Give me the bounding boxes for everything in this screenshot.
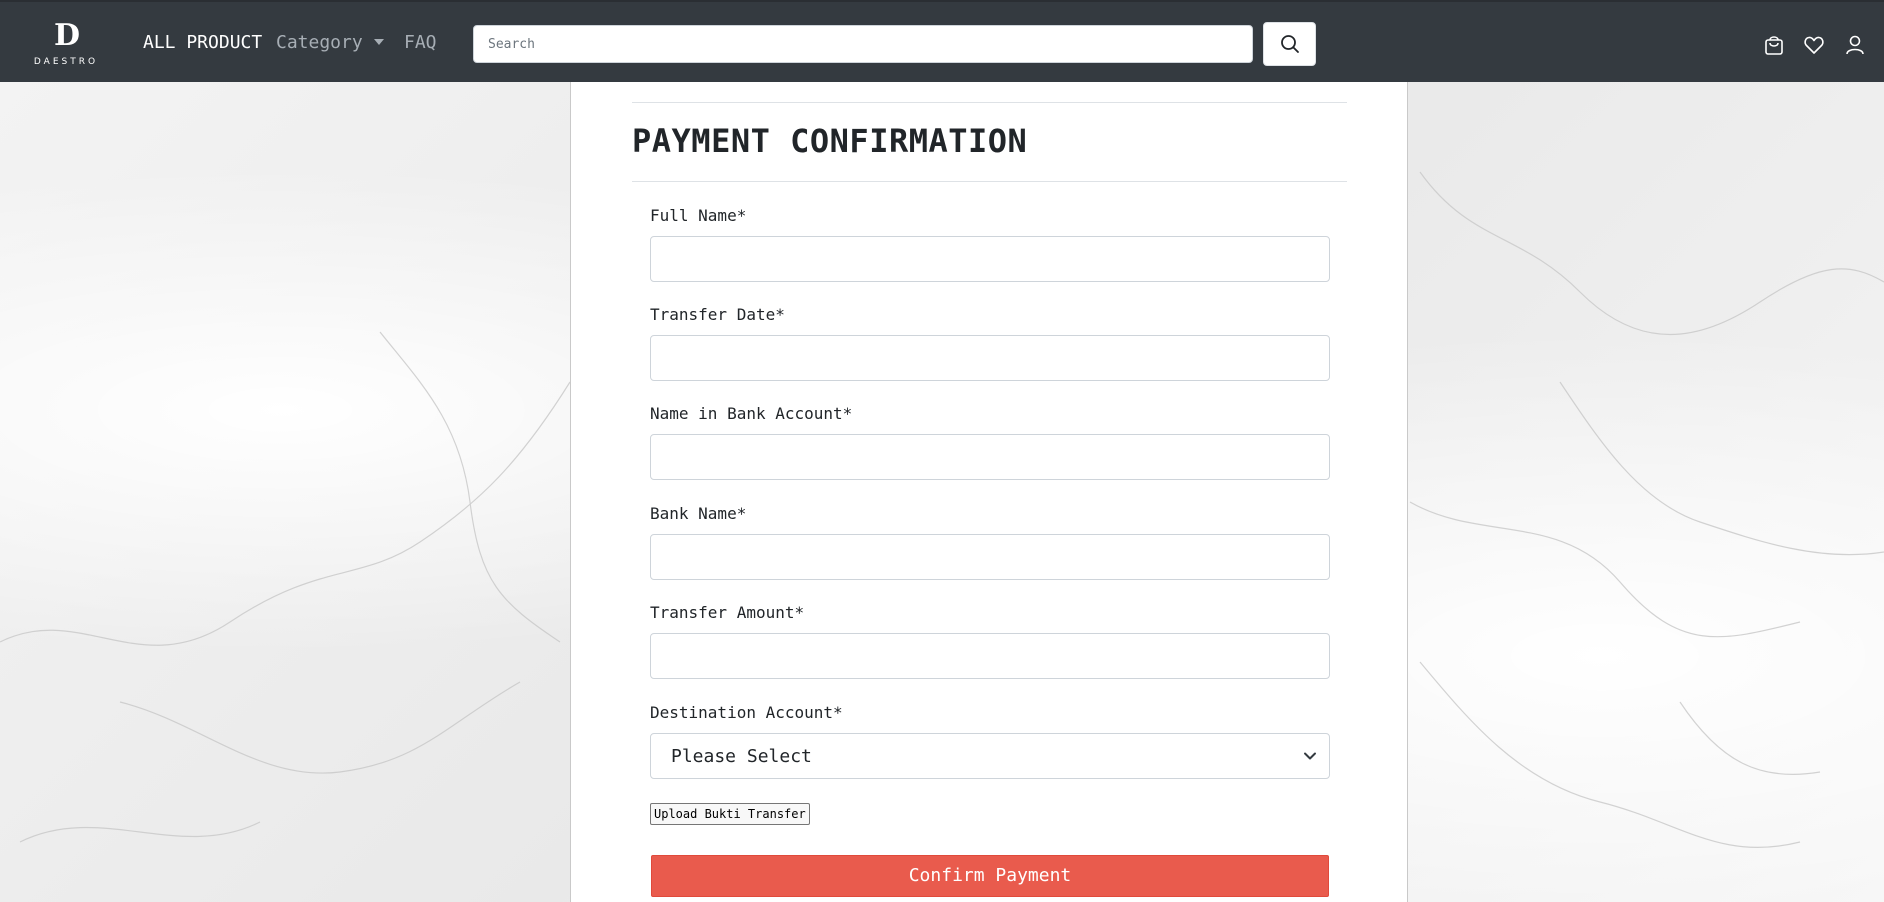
full-name-input[interactable]	[650, 236, 1330, 282]
account-button[interactable]	[1844, 34, 1866, 56]
cart-button[interactable]	[1763, 34, 1785, 56]
search-icon	[1280, 35, 1299, 53]
brand-name: DAESTRO	[33, 57, 99, 67]
bank-account-name-input[interactable]	[650, 434, 1330, 480]
brand-mark: D	[54, 18, 81, 53]
wishlist-button[interactable]	[1803, 34, 1825, 56]
destination-account-select[interactable]: Please Select	[650, 733, 1330, 779]
divider	[632, 181, 1347, 182]
full-name-label: Full Name*	[650, 206, 747, 225]
nav-category-dropdown[interactable]: Category	[276, 32, 363, 53]
destination-account-value: Please Select	[671, 746, 812, 767]
upload-transfer-proof-button[interactable]: Upload Bukti Transfer	[650, 803, 810, 825]
top-navbar: D DAESTRO ALL PRODUCT Category FAQ	[0, 0, 1884, 82]
transfer-amount-label: Transfer Amount*	[650, 603, 805, 622]
bank-account-name-label: Name in Bank Account*	[650, 404, 853, 423]
payment-confirmation-card: PAYMENT CONFIRMATION Full Name* Transfer…	[570, 82, 1408, 902]
transfer-date-input[interactable]	[650, 335, 1330, 381]
nav-faq[interactable]: FAQ	[404, 32, 437, 53]
bag-icon	[1765, 36, 1783, 55]
heart-icon	[1804, 36, 1824, 54]
page-title: PAYMENT CONFIRMATION	[632, 122, 1028, 160]
destination-account-label: Destination Account*	[650, 703, 843, 722]
nav-all-product[interactable]: ALL PRODUCT	[143, 32, 262, 53]
caret-down-icon[interactable]	[374, 39, 384, 45]
bank-name-label: Bank Name*	[650, 504, 747, 523]
search-button[interactable]	[1263, 22, 1316, 66]
transfer-date-label: Transfer Date*	[650, 305, 785, 324]
transfer-amount-input[interactable]	[650, 633, 1330, 679]
confirm-payment-button[interactable]: Confirm Payment	[651, 855, 1329, 897]
search-input[interactable]	[473, 25, 1253, 63]
user-icon	[1846, 35, 1864, 55]
chevron-down-icon	[1304, 752, 1316, 760]
divider	[632, 102, 1347, 103]
brand-logo[interactable]: D DAESTRO	[24, 20, 108, 68]
bank-name-input[interactable]	[650, 534, 1330, 580]
